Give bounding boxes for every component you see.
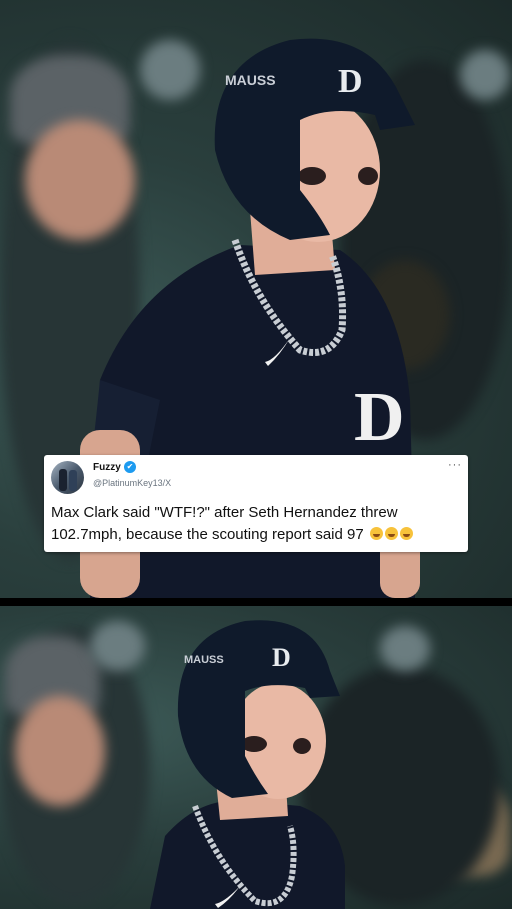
helmet-text: MAUSS	[184, 654, 224, 666]
bottom-photo-panel: MAUSS D	[0, 606, 512, 909]
player-illustration: MAUSS D	[150, 620, 345, 909]
top-photo-panel: MAUSS D D Fuzzy ✔ @PlatinumKey13/X ··· M…	[0, 0, 512, 598]
tears-of-joy-emoji-icon	[369, 527, 383, 540]
tweet-display-name[interactable]: Fuzzy	[93, 462, 121, 473]
verified-badge-icon: ✔	[124, 461, 136, 473]
eye-black	[298, 167, 326, 185]
tweet-text: Max Clark said "WTF!?" after Seth Hernan…	[51, 502, 463, 546]
jersey-logo: D	[354, 379, 405, 456]
eye-black	[293, 738, 311, 754]
tweet-body: Max Clark said "WTF!?" after Seth Hernan…	[51, 504, 398, 543]
tears-of-joy-emoji-icon	[399, 527, 413, 540]
avatar[interactable]	[51, 461, 84, 494]
tweet-handle[interactable]: @PlatinumKey13/X	[93, 478, 171, 488]
tweet-card[interactable]: Fuzzy ✔ @PlatinumKey13/X ··· Max Clark s…	[44, 455, 468, 552]
helmet-logo: D	[338, 63, 363, 100]
helmet-text: MAUSS	[225, 72, 276, 88]
eye-black	[358, 167, 378, 185]
tears-of-joy-emoji-icon	[384, 527, 398, 540]
more-options-icon[interactable]: ···	[448, 459, 462, 471]
panel-divider	[0, 598, 512, 606]
helmet-logo: D	[272, 643, 291, 672]
